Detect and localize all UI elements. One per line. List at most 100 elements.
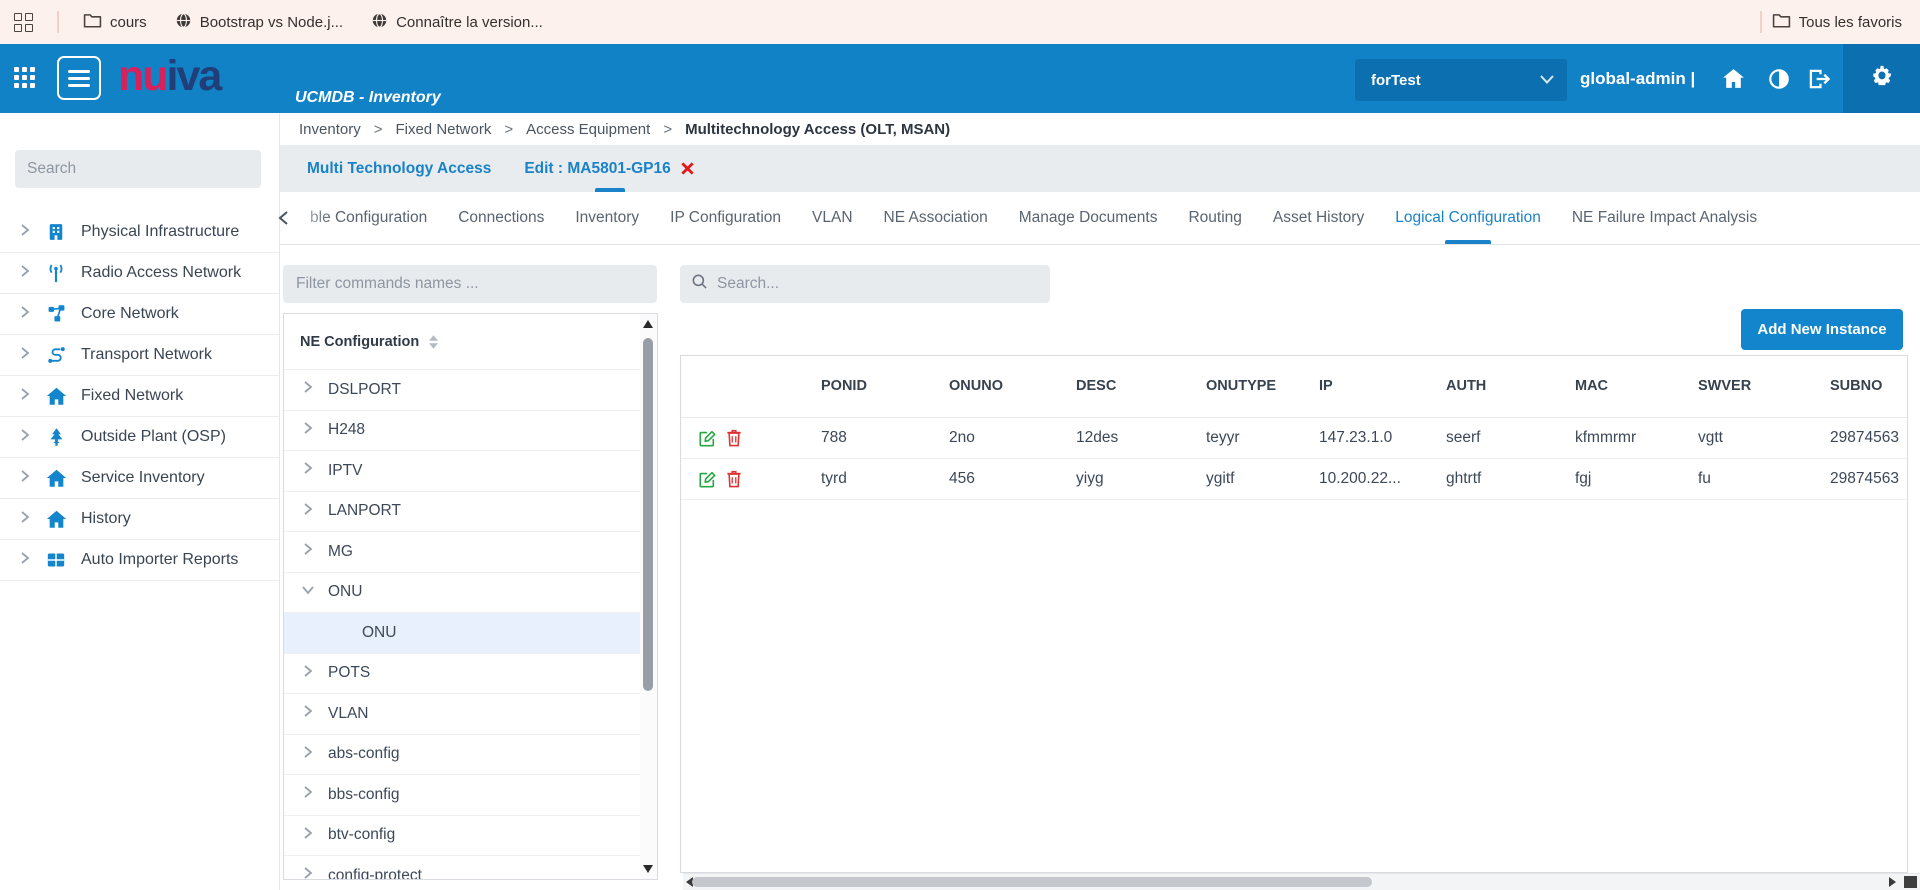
folder-icon xyxy=(83,12,102,32)
tree-item-lanport[interactable]: LANPORT xyxy=(284,492,657,533)
building-icon xyxy=(43,222,69,242)
tree-item-label: LANPORT xyxy=(328,502,401,520)
tab-edit-ma5801-gp16[interactable]: Edit : MA5801-GP16 xyxy=(524,145,694,192)
all-favorites-label: Tous les favoris xyxy=(1799,14,1902,31)
tab-ip-configuration[interactable]: IP Configuration xyxy=(670,192,781,244)
breadcrumb: Inventory > Fixed Network > Access Equip… xyxy=(280,113,1920,145)
tab-multi-technology-access[interactable]: Multi Technology Access xyxy=(307,145,491,192)
scrollbar-thumb[interactable] xyxy=(643,338,653,691)
horizontal-scrollbar[interactable] xyxy=(683,873,1920,890)
delete-icon[interactable] xyxy=(726,470,742,488)
breadcrumb-separator: > xyxy=(504,121,513,138)
tree-item-btv-config[interactable]: btv-config xyxy=(284,816,657,857)
tree-item-mg[interactable]: MG xyxy=(284,532,657,573)
tree-item-label: MG xyxy=(328,543,353,561)
table-cell: ghtrtf xyxy=(1446,458,1575,499)
search-icon xyxy=(691,273,708,295)
col-header-subno: SUBNO xyxy=(1830,356,1907,417)
bookmark-connaitre[interactable]: Connaître la version... xyxy=(371,12,543,33)
sidebar-search xyxy=(15,150,261,188)
tab-vlan[interactable]: VLAN xyxy=(812,192,853,244)
tab-connections[interactable]: Connections xyxy=(458,192,544,244)
chevron-right-icon xyxy=(17,345,33,366)
folder-icon xyxy=(1772,12,1791,32)
all-favorites-button[interactable]: Tous les favoris xyxy=(1772,12,1902,32)
tabs-scroll-left-icon[interactable] xyxy=(276,192,292,244)
scope-dropdown[interactable]: forTest xyxy=(1355,59,1567,101)
tree-header[interactable]: NE Configuration xyxy=(284,314,657,370)
divider xyxy=(1760,11,1762,33)
tree-item-h248[interactable]: H248 xyxy=(284,411,657,452)
delete-icon[interactable] xyxy=(726,429,742,447)
sidebar-item-service-inventory[interactable]: Service Inventory xyxy=(0,458,279,499)
sidebar: Physical Infrastructure Radio Access Net… xyxy=(0,113,280,890)
table-cell: yiyg xyxy=(1076,458,1206,499)
scrollbar-thumb[interactable] xyxy=(692,877,1372,887)
settings-button[interactable] xyxy=(1843,44,1920,113)
sidebar-item-fixed-network[interactable]: Fixed Network xyxy=(0,376,279,417)
table-cell: kfmmrmr xyxy=(1575,417,1698,458)
scroll-up-icon[interactable] xyxy=(643,320,653,328)
tree-item-abs-config[interactable]: abs-config xyxy=(284,735,657,776)
scroll-down-icon[interactable] xyxy=(643,865,653,873)
table-cell: fgj xyxy=(1575,458,1698,499)
tree-list: DSLPORT H248 IPTV LANPORT xyxy=(284,370,657,880)
tab-routing[interactable]: Routing xyxy=(1188,192,1241,244)
tab-inventory[interactable]: Inventory xyxy=(575,192,639,244)
tab-cable-configuration[interactable]: ble Configuration xyxy=(310,192,427,244)
document-tabs: Multi Technology Access Edit : MA5801-GP… xyxy=(280,145,1920,192)
sidebar-item-auto-importer-reports[interactable]: Auto Importer Reports xyxy=(0,540,279,581)
page-title: UCMDB - Inventory xyxy=(295,89,441,107)
sidebar-item-core-network[interactable]: Core Network xyxy=(0,294,279,335)
tree-item-pots[interactable]: POTS xyxy=(284,654,657,695)
logout-icon[interactable] xyxy=(1808,44,1831,113)
sidebar-item-outside-plant[interactable]: Outside Plant (OSP) xyxy=(0,417,279,458)
breadcrumb-inventory[interactable]: Inventory xyxy=(299,121,361,138)
col-header-onuno: ONUNO xyxy=(949,356,1076,417)
tree-item-dslport[interactable]: DSLPORT xyxy=(284,370,657,411)
tree-item-label: DSLPORT xyxy=(328,381,401,399)
tab-ne-failure-impact-analysis[interactable]: NE Failure Impact Analysis xyxy=(1572,192,1757,244)
tab-ne-association[interactable]: NE Association xyxy=(884,192,988,244)
network-icon xyxy=(43,304,69,324)
app-header: nuiva UCMDB - Inventory forTest global-a… xyxy=(0,44,1920,113)
chevron-right-icon xyxy=(17,550,33,571)
instance-search-input[interactable] xyxy=(717,275,1039,293)
tree-item-iptv[interactable]: IPTV xyxy=(284,451,657,492)
add-new-instance-button[interactable]: Add New Instance xyxy=(1741,309,1903,350)
sidebar-item-transport-network[interactable]: Transport Network xyxy=(0,335,279,376)
tab-logical-configuration[interactable]: Logical Configuration xyxy=(1395,192,1541,244)
breadcrumb-fixed-network[interactable]: Fixed Network xyxy=(395,121,491,138)
sidebar-item-radio-access-network[interactable]: Radio Access Network xyxy=(0,253,279,294)
sort-icon[interactable] xyxy=(429,335,438,349)
tab-asset-history[interactable]: Asset History xyxy=(1273,192,1364,244)
hamburger-menu-button[interactable] xyxy=(57,56,101,100)
home-icon xyxy=(43,509,69,529)
close-icon[interactable] xyxy=(680,161,695,176)
apps-grid-icon[interactable] xyxy=(14,13,33,32)
scroll-right-icon[interactable] xyxy=(1889,877,1896,887)
breadcrumb-separator: > xyxy=(374,121,383,138)
tree-item-onu[interactable]: ONU xyxy=(284,573,657,614)
tree-item-config-protect[interactable]: config-protect xyxy=(284,856,657,880)
tree-scrollbar[interactable] xyxy=(640,314,657,879)
sidebar-search-input[interactable] xyxy=(15,150,261,188)
tree-item-bbs-config[interactable]: bbs-config xyxy=(284,775,657,816)
contrast-icon[interactable] xyxy=(1768,44,1790,113)
tab-manage-documents[interactable]: Manage Documents xyxy=(1019,192,1158,244)
chevron-right-icon xyxy=(300,744,316,765)
edit-icon[interactable] xyxy=(698,429,716,447)
edit-icon[interactable] xyxy=(698,470,716,488)
bookmark-cours[interactable]: cours xyxy=(83,12,147,32)
tree-item-onu-child-selected[interactable]: ONU xyxy=(284,613,657,654)
bookmark-bootstrap[interactable]: Bootstrap vs Node.j... xyxy=(175,12,343,33)
commands-filter-input[interactable] xyxy=(283,265,657,303)
home-icon[interactable] xyxy=(1721,44,1746,113)
sidebar-item-physical-infrastructure[interactable]: Physical Infrastructure xyxy=(0,212,279,253)
tree-item-vlan[interactable]: VLAN xyxy=(284,694,657,735)
tab-label: Multi Technology Access xyxy=(307,160,491,178)
waffle-menu-icon[interactable] xyxy=(14,67,35,88)
breadcrumb-access-equipment[interactable]: Access Equipment xyxy=(526,121,650,138)
sidebar-item-history[interactable]: History xyxy=(0,499,279,540)
sidebar-item-label: Transport Network xyxy=(81,346,212,364)
